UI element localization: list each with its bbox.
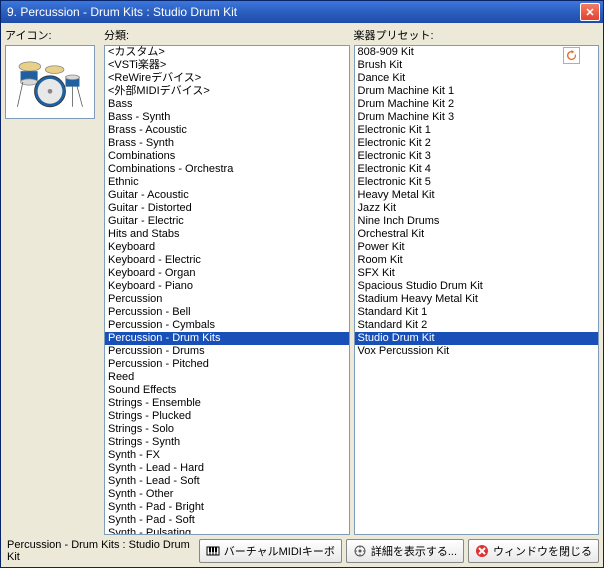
list-item[interactable]: Keyboard — [105, 241, 349, 254]
list-item[interactable]: Vox Percussion Kit — [355, 345, 599, 358]
list-item[interactable]: Drum Machine Kit 3 — [355, 111, 599, 124]
list-item[interactable]: Electronic Kit 5 — [355, 176, 599, 189]
list-item[interactable]: <外部MIDIデバイス> — [105, 85, 349, 98]
list-item[interactable]: <カスタム> — [105, 46, 349, 59]
list-item[interactable]: 808-909 Kit — [355, 46, 599, 59]
close-icon: ✕ — [585, 6, 594, 19]
show-details-button[interactable]: 詳細を表示する... — [346, 539, 464, 563]
list-item[interactable]: Standard Kit 1 — [355, 306, 599, 319]
list-item[interactable]: <ReWireデバイス> — [105, 72, 349, 85]
preset-column: 楽器プリセット: 808-909 KitBrush KitDance KitDr… — [354, 27, 600, 535]
window-title: 9. Percussion - Drum Kits : Studio Drum … — [7, 5, 580, 19]
list-item[interactable]: Studio Drum Kit — [355, 332, 599, 345]
list-item[interactable]: Electronic Kit 4 — [355, 163, 599, 176]
list-item[interactable]: Combinations - Orchestra — [105, 163, 349, 176]
list-item[interactable]: Guitar - Distorted — [105, 202, 349, 215]
list-item[interactable]: Strings - Plucked — [105, 410, 349, 423]
list-item[interactable]: Percussion - Pitched — [105, 358, 349, 371]
details-icon — [353, 544, 367, 558]
list-item[interactable]: Synth - Lead - Soft — [105, 475, 349, 488]
list-item[interactable]: Bass - Synth — [105, 111, 349, 124]
list-item[interactable]: Ethnic — [105, 176, 349, 189]
category-column: 分類: <カスタム><VSTi楽器><ReWireデバイス><外部MIDIデバイ… — [104, 27, 350, 535]
list-item[interactable]: Percussion - Bell — [105, 306, 349, 319]
list-item[interactable]: Stadium Heavy Metal Kit — [355, 293, 599, 306]
list-item[interactable]: Reed — [105, 371, 349, 384]
list-item[interactable]: Percussion - Drum Kits — [105, 332, 349, 345]
list-item[interactable]: Percussion - Cymbals — [105, 319, 349, 332]
list-item[interactable]: Orchestral Kit — [355, 228, 599, 241]
close-button[interactable]: ✕ — [580, 3, 600, 21]
list-item[interactable]: Electronic Kit 2 — [355, 137, 599, 150]
list-item[interactable]: Drum Machine Kit 1 — [355, 85, 599, 98]
list-item[interactable]: Bass — [105, 98, 349, 111]
list-item[interactable]: <VSTi楽器> — [105, 59, 349, 72]
bottom-bar: Percussion - Drum Kits : Studio Drum Kit… — [5, 539, 599, 563]
list-item[interactable]: Synth - Other — [105, 488, 349, 501]
list-item[interactable]: Dance Kit — [355, 72, 599, 85]
columns: アイコン: — [5, 27, 599, 535]
list-item[interactable]: Percussion — [105, 293, 349, 306]
close-window-button[interactable]: ウィンドウを閉じる — [468, 539, 599, 563]
list-item[interactable]: Keyboard - Electric — [105, 254, 349, 267]
list-item[interactable]: Power Kit — [355, 241, 599, 254]
category-listbox[interactable]: <カスタム><VSTi楽器><ReWireデバイス><外部MIDIデバイス>Ba… — [104, 45, 350, 535]
list-item[interactable]: Nine Inch Drums — [355, 215, 599, 228]
list-item[interactable]: Synth - Pad - Soft — [105, 514, 349, 527]
list-item[interactable]: Heavy Metal Kit — [355, 189, 599, 202]
list-item[interactable]: Brass - Acoustic — [105, 124, 349, 137]
virtual-midi-label: バーチャルMIDIキーボ — [224, 543, 335, 559]
list-item[interactable]: Synth - FX — [105, 449, 349, 462]
list-item[interactable]: Synth - Pad - Bright — [105, 501, 349, 514]
close-label: ウィンドウを閉じる — [493, 543, 592, 559]
list-item[interactable]: Combinations — [105, 150, 349, 163]
list-item[interactable]: Brush Kit — [355, 59, 599, 72]
dialog-window: 9. Percussion - Drum Kits : Studio Drum … — [0, 0, 604, 568]
list-item[interactable]: Electronic Kit 3 — [355, 150, 599, 163]
virtual-midi-keyboard-button[interactable]: バーチャルMIDIキーボ — [199, 539, 342, 563]
close-red-icon — [475, 544, 489, 558]
list-item[interactable]: Strings - Ensemble — [105, 397, 349, 410]
list-item[interactable]: Keyboard - Piano — [105, 280, 349, 293]
list-item[interactable]: Sound Effects — [105, 384, 349, 397]
preset-listbox[interactable]: 808-909 KitBrush KitDance KitDrum Machin… — [354, 45, 600, 535]
icon-column: アイコン: — [5, 27, 100, 535]
status-text: Percussion - Drum Kits : Studio Drum Kit — [5, 539, 195, 563]
keyboard-icon — [206, 544, 220, 558]
category-label: 分類: — [104, 27, 350, 43]
list-item[interactable]: Synth - Lead - Hard — [105, 462, 349, 475]
list-item[interactable]: Keyboard - Organ — [105, 267, 349, 280]
list-item[interactable]: Hits and Stabs — [105, 228, 349, 241]
list-item[interactable]: Strings - Synth — [105, 436, 349, 449]
list-item[interactable]: Guitar - Acoustic — [105, 189, 349, 202]
instrument-icon-box[interactable] — [5, 45, 95, 119]
list-item[interactable]: Spacious Studio Drum Kit — [355, 280, 599, 293]
titlebar: 9. Percussion - Drum Kits : Studio Drum … — [1, 1, 603, 23]
refresh-icon — [566, 50, 577, 61]
list-item[interactable]: Synth - Pulsating — [105, 527, 349, 535]
list-item[interactable]: Guitar - Electric — [105, 215, 349, 228]
list-item[interactable]: Drum Machine Kit 2 — [355, 98, 599, 111]
details-label: 詳細を表示する... — [371, 543, 457, 559]
icon-label: アイコン: — [5, 27, 100, 43]
drumkit-icon — [11, 51, 89, 113]
list-item[interactable]: Electronic Kit 1 — [355, 124, 599, 137]
dialog-body: アイコン: — [1, 23, 603, 567]
list-item[interactable]: Percussion - Drums — [105, 345, 349, 358]
refresh-button[interactable] — [563, 47, 580, 64]
list-item[interactable]: Standard Kit 2 — [355, 319, 599, 332]
preset-label: 楽器プリセット: — [354, 27, 600, 43]
list-item[interactable]: Strings - Solo — [105, 423, 349, 436]
list-item[interactable]: Room Kit — [355, 254, 599, 267]
list-item[interactable]: SFX Kit — [355, 267, 599, 280]
list-item[interactable]: Brass - Synth — [105, 137, 349, 150]
list-item[interactable]: Jazz Kit — [355, 202, 599, 215]
